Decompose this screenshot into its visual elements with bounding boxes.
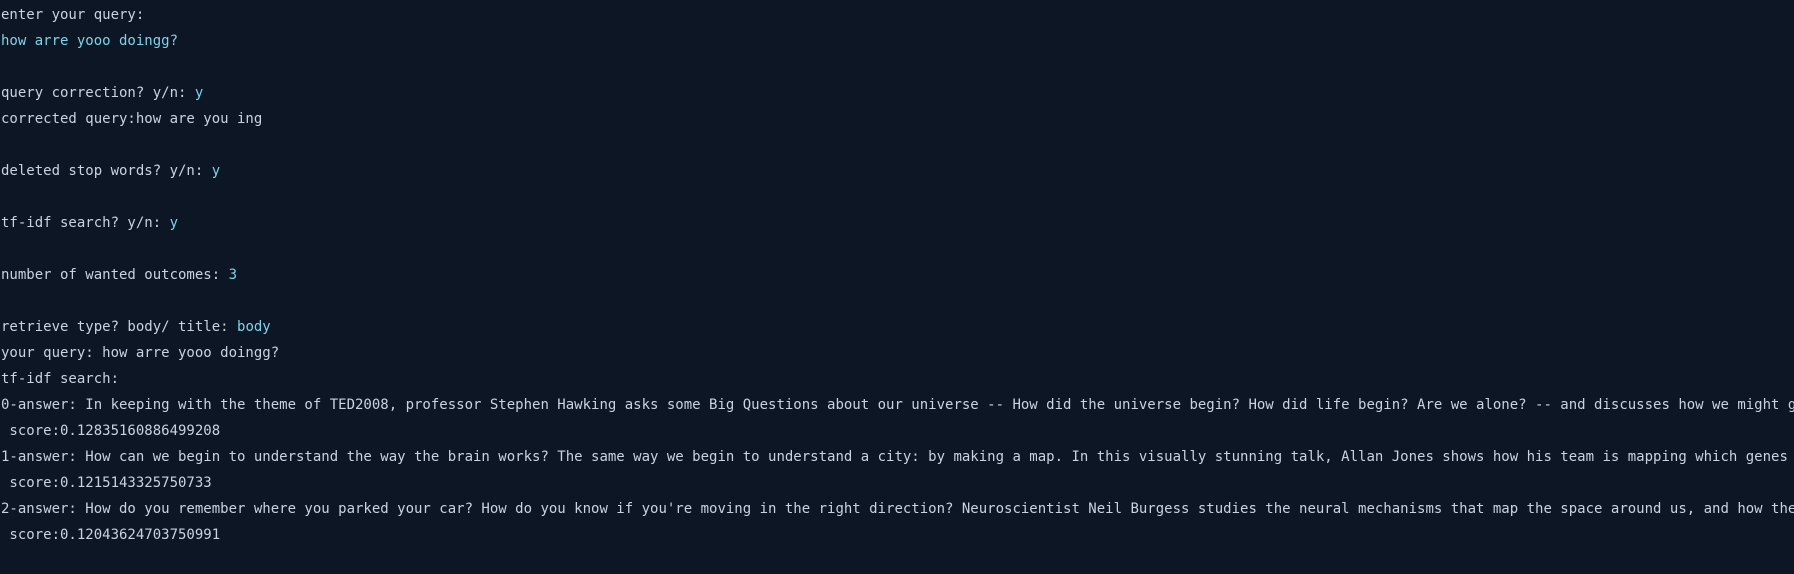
line-text: number of wanted outcomes: [1,267,229,283]
user-input: 3 [228,267,238,283]
terminal-line: score:0.12043624703750991 [1,522,1794,548]
line-text: score:0.12043624703750991 [1,527,221,543]
terminal-line: tf-idf search? y/n: y [1,210,1794,236]
line-text: enter your query: [1,7,145,23]
line-text: tf-idf search: [1,371,120,387]
terminal-line: 2-answer: How do you remember where you … [1,496,1794,522]
terminal-line: retrieve type? body/ title: body [1,314,1794,340]
user-input: y [211,163,221,179]
line-text: 1-answer: How can we begin to understand… [1,449,1794,465]
terminal-line: score:0.12835160886499208 [1,418,1794,444]
terminal-line: your query: how arre yooo doingg? [1,340,1794,366]
terminal-line: 0-answer: In keeping with the theme of T… [1,392,1794,418]
line-text: your query: how arre yooo doingg? [1,345,280,361]
line-text: tf-idf search? y/n: [1,215,170,231]
user-input: y [169,215,179,231]
line-text: score:0.12835160886499208 [1,423,221,439]
terminal-line: how arre yooo doingg? [1,28,1794,54]
terminal-line: enter your query: [1,2,1794,28]
terminal-line: query correction? y/n: y [1,80,1794,106]
user-input: body [237,319,271,335]
user-input: y [194,85,204,101]
user-input: how arre yooo doingg? [1,33,179,49]
line-text: score:0.1215143325750733 [1,475,212,491]
terminal-line: corrected query:how are you ing [1,106,1794,132]
terminal-line: tf-idf search: [1,366,1794,392]
line-text: retrieve type? body/ title: [1,319,238,335]
terminal-line: deleted stop words? y/n: y [1,158,1794,184]
terminal-output[interactable]: enter your query: how arre yooo doingg? qu… [0,0,1794,574]
line-text: deleted stop words? y/n: [1,163,212,179]
line-text: 2-answer: How do you remember where you … [1,501,1794,517]
line-text: query correction? y/n: [1,85,195,101]
line-text: 0-answer: In keeping with the theme of T… [1,397,1794,413]
terminal-line: score:0.1215143325750733 [1,470,1794,496]
terminal-line: number of wanted outcomes: 3 [1,262,1794,288]
terminal-line: 1-answer: How can we begin to understand… [1,444,1794,470]
line-text: corrected query:how are you ing [1,111,263,127]
